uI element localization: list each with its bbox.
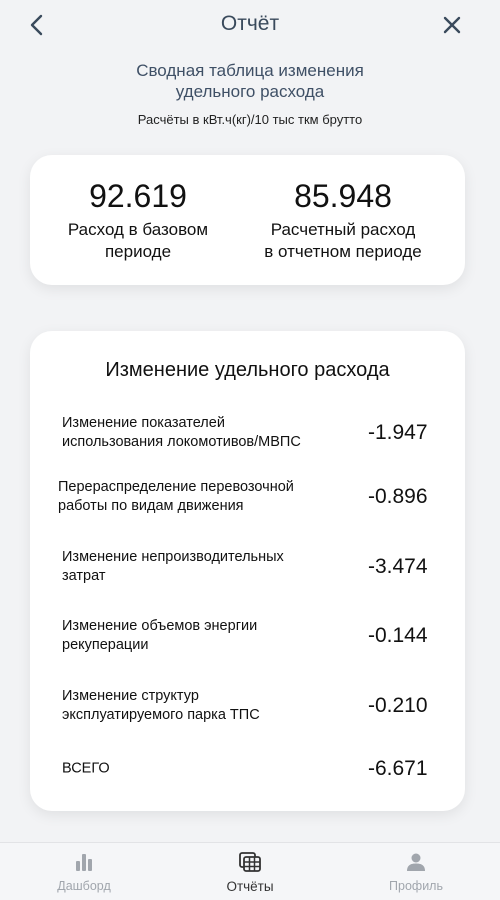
change-row-label: Изменение непроизводительных затрат: [62, 548, 352, 586]
change-row-recuperation: Изменение объемов энергии рекуперации -0…: [30, 611, 465, 661]
nav-item-reports[interactable]: Отчёты: [190, 851, 310, 894]
change-row-value: -0.896: [368, 485, 428, 508]
base-consumption-label-line1: Расход в базовом: [67, 220, 209, 239]
change-row-label-line1: Перераспределение перевозочной: [58, 479, 294, 495]
change-row-label: Изменение объемов энергии рекуперации: [62, 617, 352, 655]
person-icon: [356, 851, 476, 873]
change-row-label: ВСЕГО: [62, 760, 352, 779]
top-bar: Отчёт: [0, 0, 500, 50]
bottom-navigation: Дашборд Отчёты Профиль: [0, 842, 500, 900]
nav-label-reports: Отчёты: [226, 879, 274, 894]
change-row-unproductive-costs: Изменение непроизводительных затрат -3.4…: [30, 542, 465, 592]
base-consumption-value: 92.619: [89, 178, 187, 214]
base-consumption-stat: 92.619 Расход в базовом периоде: [33, 177, 243, 263]
change-row-label-line1: Изменение объемов энергии: [62, 618, 258, 634]
change-row-label-line1: Изменение непроизводительных: [62, 549, 284, 565]
change-row-value: -0.144: [368, 624, 428, 647]
reporting-consumption-value: 85.948: [294, 178, 392, 214]
table-icon: [190, 851, 310, 873]
reporting-consumption-label: Расчетный расход в отчетном периоде: [238, 219, 448, 263]
change-row-label-line2: работы по видам движения: [58, 498, 244, 514]
base-consumption-label-line2: периоде: [104, 242, 172, 261]
close-icon: [443, 16, 461, 34]
summary-card: 92.619 Расход в базовом периоде 85.948 Р…: [30, 155, 465, 285]
change-row-value: -0.210: [368, 694, 428, 717]
change-row-traffic-redistribution: Перераспределение перевозочной работы по…: [30, 472, 465, 522]
nav-label-dashboard: Дашборд: [57, 879, 111, 893]
nav-item-profile[interactable]: Профиль: [356, 851, 476, 893]
change-row-value: -6.671: [368, 757, 428, 780]
units-note: Расчёты в кВт.ч(кг)/10 тыс ткм брутто: [137, 112, 363, 127]
nav-label-profile: Профиль: [389, 879, 443, 893]
close-button[interactable]: [436, 9, 468, 41]
change-row-label: Изменение показателей использования локо…: [62, 414, 352, 452]
change-row-label-line2: использования локомотивов/МВПС: [62, 434, 301, 450]
reporting-consumption-label-line2: в отчетном периоде: [264, 242, 422, 261]
change-row-label: Перераспределение перевозочной работы по…: [58, 478, 348, 516]
change-row-value: -3.474: [368, 555, 428, 578]
bar-chart-icon: [24, 851, 144, 873]
change-row-value: -1.947: [368, 421, 428, 444]
report-subtitle: Сводная таблица изменения удельного расх…: [0, 60, 500, 102]
change-row-label-line1: ВСЕГО: [62, 760, 110, 777]
change-row-label: Изменение структур эксплуатируемого парк…: [62, 687, 352, 725]
report-subtitle-line1: Сводная таблица изменения: [136, 61, 364, 80]
change-row-label-line2: эксплуатируемого парка ТПС: [62, 707, 260, 723]
change-row-locomotive-usage: Изменение показателей использования локо…: [30, 408, 465, 458]
base-consumption-label: Расход в базовом периоде: [33, 219, 243, 263]
change-row-total: ВСЕГО -6.671: [30, 744, 465, 794]
change-row-fleet-structure: Изменение структур эксплуатируемого парк…: [30, 681, 465, 731]
change-row-label-line2: рекуперации: [62, 637, 149, 653]
change-row-label-line1: Изменение структур: [62, 688, 199, 704]
changes-title: Изменение удельного расхода: [105, 359, 390, 381]
nav-item-dashboard[interactable]: Дашборд: [24, 851, 144, 893]
change-row-label-line2: затрат: [62, 568, 106, 584]
change-row-label-line1: Изменение показателей: [62, 415, 225, 431]
page-title: Отчёт: [220, 12, 280, 35]
reporting-consumption-label-line1: Расчетный расход: [270, 220, 416, 239]
report-subtitle-line2: удельного расхода: [175, 82, 325, 101]
changes-card: Изменение удельного расхода Изменение по…: [30, 331, 465, 811]
reporting-consumption-stat: 85.948 Расчетный расход в отчетном перио…: [238, 177, 448, 263]
